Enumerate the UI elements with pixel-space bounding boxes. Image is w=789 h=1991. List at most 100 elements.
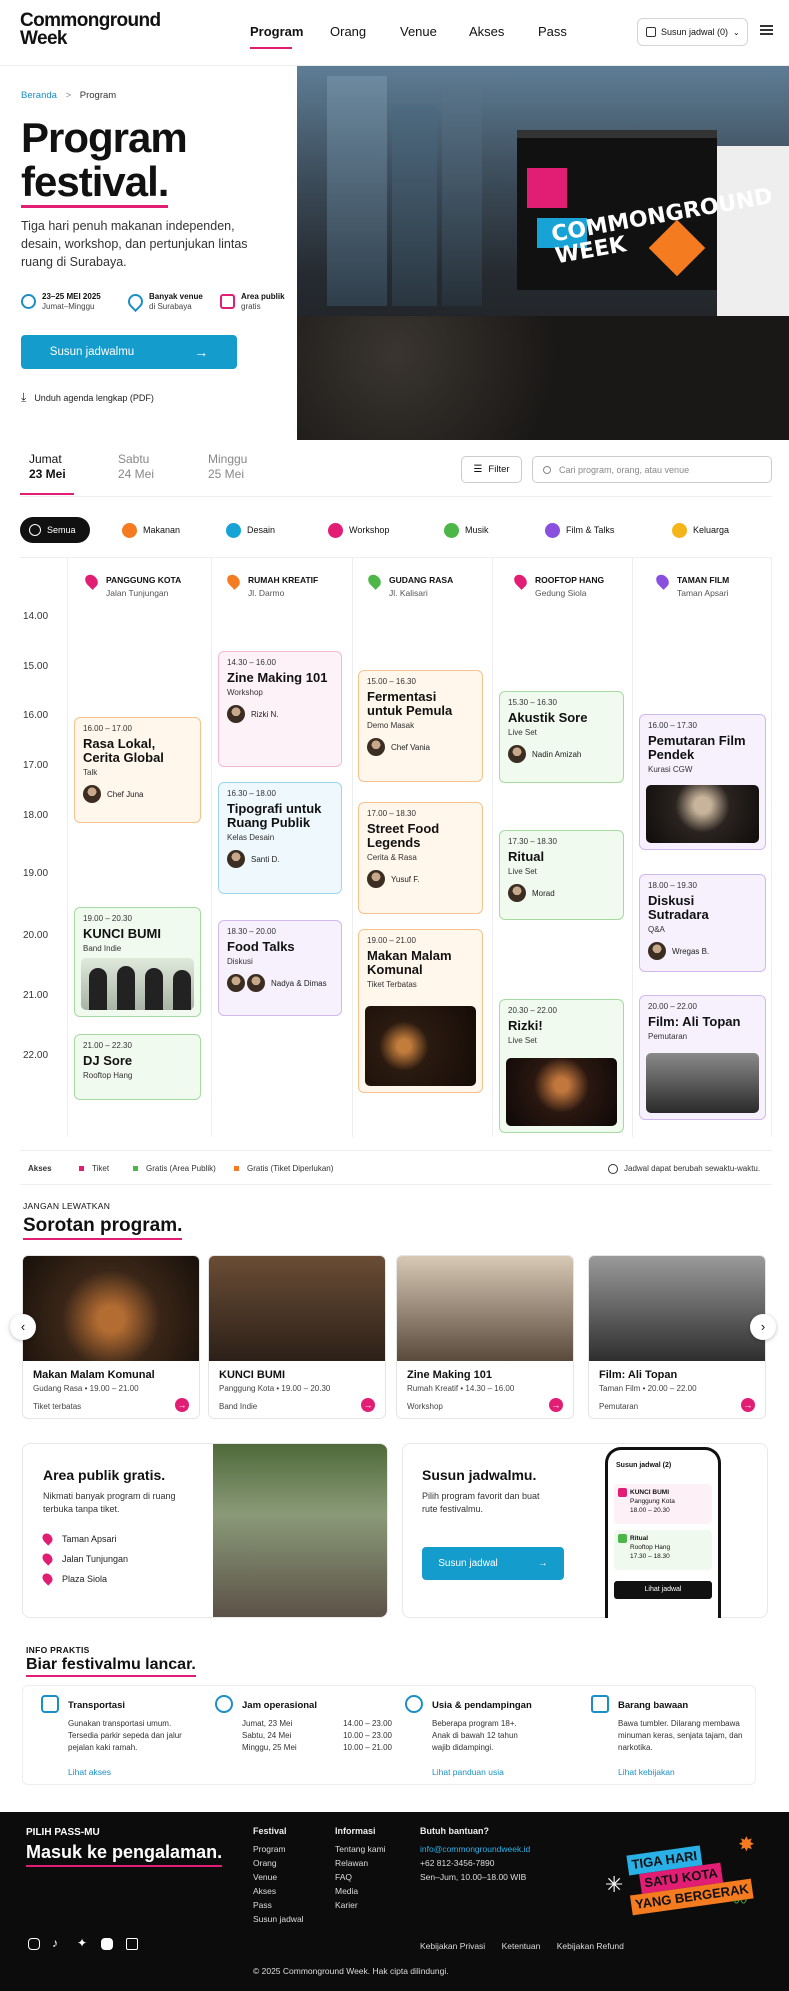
category-semua[interactable]: Semua — [20, 517, 90, 543]
filter-button[interactable]: ☰ Filter — [461, 456, 522, 483]
calendar-icon — [646, 27, 656, 37]
event-card[interactable]: 20.30 – 22.00 Rizki! Live Set — [499, 999, 624, 1133]
card-image — [589, 1256, 765, 1361]
nav-orang[interactable]: Orang — [330, 24, 366, 39]
category-keluarga[interactable]: Keluarga — [672, 517, 729, 543]
download-icon: ⤓ — [21, 390, 27, 404]
site-footer: PILIH PASS-MU Masuk ke pengalaman. Festi… — [0, 1812, 789, 1991]
tab-day-minggu[interactable]: Minggu 25 Mei — [208, 452, 247, 482]
highlight-card[interactable]: KUNCI BUMI Panggung Kota • 19.00 – 20.30 B… — [208, 1255, 386, 1419]
category-makanan[interactable]: Makanan — [122, 517, 180, 543]
avatar — [367, 870, 385, 888]
event-card[interactable]: 17.30 – 18.30 Ritual Live Set Morad — [499, 830, 624, 920]
card-image — [23, 1256, 199, 1361]
category-film-talks[interactable]: Film & Talks — [545, 517, 614, 543]
event-card[interactable]: 18.30 – 20.00 Food Talks Diskusi Nadya & D… — [218, 920, 342, 1016]
event-card[interactable]: 19.00 – 21.00 Makan Malam Komunal Tiket Te… — [358, 929, 483, 1093]
highlight-card[interactable]: Makan Malam Komunal Gudang Rasa • 19.00 –… — [22, 1255, 200, 1419]
breadcrumb: Beranda > Program — [21, 90, 117, 101]
location-pin-icon — [511, 572, 530, 590]
practical-hours: Jam operasional Jumat, 23 Mei 14.00 – 23.… — [200, 1685, 392, 1785]
venue-panggung-kota: PANGGUNG KOTA Jalan Tunjungan — [106, 575, 182, 598]
schedule-button[interactable]: Susun jadwal (0) ⌄ — [637, 18, 748, 46]
category-icon — [29, 524, 41, 536]
nav-pass[interactable]: Pass — [538, 24, 567, 39]
footer-links-festival: Program Orang Venue Akses Pass Susun jadwal — [253, 1844, 304, 1924]
event-card[interactable]: 15.00 – 16.30 Fermentasi untuk Pemula Demo… — [358, 670, 483, 782]
time-label: 15.00 — [23, 661, 49, 672]
nav-venue[interactable]: Venue — [400, 24, 437, 39]
instagram-icon[interactable] — [28, 1938, 40, 1950]
logo[interactable]: Commonground Week — [20, 11, 161, 48]
page-title: Program festival. — [21, 116, 188, 208]
practical-items: Barang bawaan Bawa tumbler. Dilarang mem… — [576, 1685, 766, 1785]
mail-icon[interactable] — [126, 1938, 138, 1950]
sparkle-icon: ✸ — [738, 1834, 755, 1856]
avatar — [227, 974, 245, 992]
highlight-card[interactable]: Zine Making 101 Rumah Kreatif • 14.30 – 1… — [396, 1255, 574, 1419]
breadcrumb-home[interactable]: Beranda — [21, 90, 57, 101]
tiktok-icon[interactable]: ♪ — [52, 1936, 58, 1950]
event-card[interactable]: 16.00 – 17.30 Pemutaran Film Pendek Kurasi… — [639, 714, 766, 850]
practical-transport: Transportasi Gunakan transportasi umum. … — [26, 1685, 216, 1785]
carousel-next-button[interactable]: › — [750, 1314, 776, 1340]
family-icon — [672, 522, 687, 538]
event-card[interactable]: 21.00 – 22.30 DJ Sore Rooftop Hang — [74, 1034, 201, 1100]
time-label: 22.00 — [23, 1050, 49, 1061]
venue-rooftop-hang: ROOFTOP HANG Gedung Siola — [535, 575, 605, 598]
info-venues: Banyak venue di Surabaya — [149, 292, 203, 311]
location-pin-icon — [224, 572, 243, 590]
practical-age: Usia & pendampingan Beberapa program 18+… — [390, 1685, 580, 1785]
footer-email-link[interactable]: info@commongroundweek.id — [420, 1842, 530, 1856]
dinner-photo — [365, 1006, 476, 1086]
nav-program[interactable]: Program — [250, 24, 303, 39]
phone-view-schedule-button[interactable]: Lihat jadwal — [614, 1581, 712, 1599]
schedule-promo-title: Susun jadwalmu. — [422, 1467, 537, 1483]
menu-icon[interactable] — [760, 25, 773, 35]
info-icon — [608, 1164, 618, 1174]
time-label: 20.00 — [23, 930, 49, 941]
download-pdf-link[interactable]: ⤓ Unduh agenda lengkap (PDF) — [21, 390, 154, 405]
category-workshop[interactable]: Workshop — [328, 517, 389, 543]
schedule-promo-button[interactable]: Susun jadwal → — [422, 1547, 564, 1580]
event-card[interactable]: 16.30 – 18.00 Tipografi untuk Ruang Publi… — [218, 782, 342, 894]
event-card[interactable]: 19.00 – 20.30 KUNCI BUMI Band Indie — [74, 907, 201, 1017]
youtube-icon[interactable] — [101, 1938, 113, 1950]
event-card[interactable]: 17.00 – 18.30 Street Food Legends Cerita &… — [358, 802, 483, 914]
schedule-promo-desc: Pilih program favorit dan buat rute fest… — [422, 1491, 540, 1514]
venue-taman-film: TAMAN FILM Taman Apsari — [677, 575, 730, 598]
time-label: 19.00 — [23, 868, 49, 879]
twitter-icon[interactable]: ✦ — [77, 1936, 87, 1950]
footer-contact: info@commongroundweek.id +62 812-3456-78… — [420, 1842, 531, 1882]
nav-akses[interactable]: Akses — [469, 24, 504, 39]
venue-gudang-rasa: GUDANG RASA Jl. Kalisari — [389, 575, 454, 598]
time-label: 18.00 — [23, 810, 49, 821]
age-guide-link[interactable]: Lihat panduan usia — [432, 1767, 504, 1777]
category-musik[interactable]: Musik — [444, 517, 489, 543]
info-dates: 23–25 MEI 2025 Jumat–Minggu — [42, 292, 101, 311]
event-card[interactable]: 20.00 – 22.00 Film: Ali Topan Pemutaran — [639, 995, 766, 1120]
carousel-prev-button[interactable]: ‹ — [10, 1314, 36, 1340]
film-still-photo — [646, 1053, 759, 1113]
avatar — [508, 884, 526, 902]
event-card[interactable]: 18.00 – 19.30 Diskusi Sutradara Q&A Wregas… — [639, 874, 766, 972]
practical-kicker: INFO PRAKTIS — [26, 1645, 90, 1655]
event-card[interactable]: 14.30 – 16.00 Zine Making 101 Workshop Riz… — [218, 651, 342, 767]
location-pin-icon — [40, 1571, 55, 1586]
policy-link[interactable]: Lihat kebijakan — [618, 1767, 675, 1777]
avatar — [227, 705, 245, 723]
tab-day-jumat[interactable]: Jumat 23 Mei — [29, 452, 66, 482]
legend-item: Tiket — [79, 1164, 109, 1173]
category-desain[interactable]: Desain — [226, 517, 275, 543]
footer-links-info: Tentang kami Relawan FAQ Media Karier — [335, 1844, 386, 1910]
build-schedule-button[interactable]: Susun jadwalmu → — [21, 335, 237, 369]
tab-day-sabtu[interactable]: Sabtu 24 Mei — [118, 452, 154, 482]
highlight-card[interactable]: Film: Ali Topan Taman Film • 20.00 – 22.0… — [588, 1255, 766, 1419]
location-pin-icon — [365, 572, 384, 590]
search-input[interactable]: Cari program, orang, atau venue — [532, 456, 772, 483]
transport-link[interactable]: Lihat akses — [68, 1767, 111, 1777]
event-card[interactable]: 16.00 – 17.00 Rasa Lokal, Cerita Global Ta… — [74, 717, 201, 823]
chevron-down-icon: ⌄ — [733, 27, 740, 37]
squiggle-icon: 〰 — [733, 1894, 747, 1910]
event-card[interactable]: 15.30 – 16.30 Akustik Sore Live Set Nadin … — [499, 691, 624, 783]
